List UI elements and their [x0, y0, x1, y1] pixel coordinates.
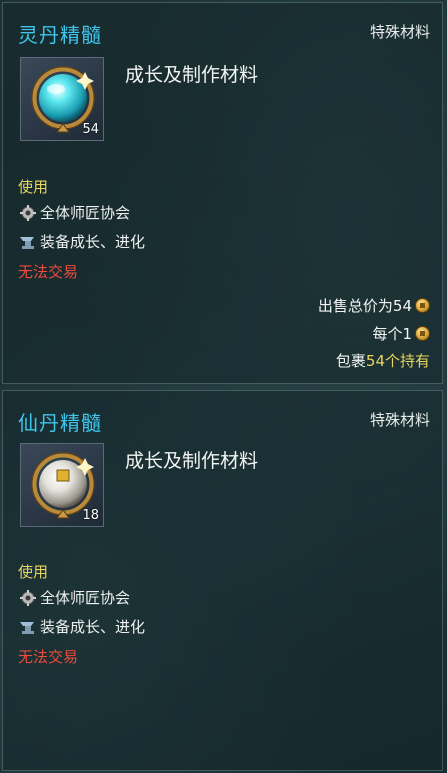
coin-icon — [415, 326, 430, 341]
inventory-row: 包裹 54个持有 — [336, 350, 430, 371]
usage-property: 装备成长、进化 — [18, 231, 145, 252]
unit-price-value: 1 — [402, 324, 412, 343]
sale-total-label: 出售总价为 — [317, 297, 393, 315]
usage-property: 全体师匠协会 — [18, 202, 130, 223]
inventory-count: 54个持有 — [365, 352, 430, 370]
inventory-label: 包裹 — [335, 352, 366, 370]
item-description: 成长及制作材料 — [125, 64, 259, 86]
item-category: 特殊材料 — [369, 23, 430, 41]
anvil-icon — [20, 236, 34, 249]
usage-property-text: 装备成长、进化 — [40, 233, 146, 251]
guild-gear-icon — [20, 589, 36, 606]
anvil-icon — [20, 621, 34, 634]
usage-property-text: 全体师匠协会 — [40, 589, 131, 607]
sale-total-row: 出售总价为 54 — [318, 295, 430, 316]
item-name: 仙丹精髓 — [18, 411, 102, 435]
usage-property: 装备成长、进化 — [18, 616, 145, 637]
guild-gear-icon — [20, 204, 36, 221]
item-category: 特殊材料 — [369, 411, 430, 429]
tooltip-stage: 灵丹精髓 特殊材料 54 成长及制作材料 使用 全体师匠协会 装备成长、进化 无… — [0, 0, 447, 773]
item-quantity: 54 — [82, 122, 99, 137]
trade-status: 无法交易 — [18, 263, 79, 281]
usage-label: 使用 — [18, 563, 49, 581]
item-tooltip-card: 灵丹精髓 特殊材料 54 成长及制作材料 使用 全体师匠协会 装备成长、进化 无… — [2, 2, 443, 384]
item-tooltip-card: 仙丹精髓 特殊材料 18 成长及制作材料 使用 全体师匠协会 装备成长、进化 无… — [2, 390, 443, 771]
unit-price-row: 每个 1 — [372, 323, 430, 344]
coin-icon — [415, 298, 430, 313]
item-description: 成长及制作材料 — [125, 450, 259, 472]
item-quantity: 18 — [82, 508, 99, 523]
sale-total-value: 54 — [392, 296, 412, 315]
usage-property: 全体师匠协会 — [18, 587, 130, 608]
item-icon-slot[interactable]: 54 — [20, 57, 104, 141]
trade-status: 无法交易 — [18, 648, 79, 666]
unit-price-label: 每个 — [372, 325, 403, 343]
item-name: 灵丹精髓 — [18, 23, 102, 47]
usage-label: 使用 — [18, 178, 49, 196]
usage-property-text: 装备成长、进化 — [40, 618, 146, 636]
item-icon-slot[interactable]: 18 — [20, 443, 104, 527]
usage-property-text: 全体师匠协会 — [40, 204, 131, 222]
